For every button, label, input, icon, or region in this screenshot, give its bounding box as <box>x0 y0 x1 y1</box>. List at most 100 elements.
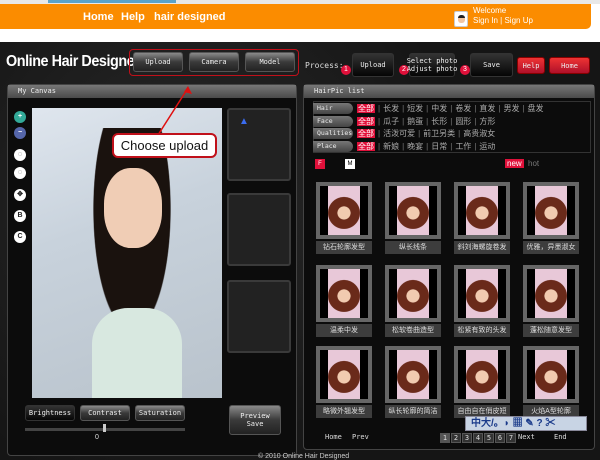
hairstyle-card[interactable]: 纵长轮廓的简洁 <box>385 346 441 424</box>
hairpic-title: HairPic list <box>304 85 594 98</box>
top-nav-bar: Home Help hair designed Welcome Sign In … <box>0 4 591 29</box>
hairstyle-thumbnail[interactable] <box>454 265 510 322</box>
sign-in-link[interactable]: Sign In <box>473 16 498 25</box>
filter-option[interactable]: 盘发 <box>528 104 544 113</box>
filter-all[interactable]: 全部 <box>357 104 375 113</box>
photo-slot-3[interactable] <box>227 280 291 353</box>
slider-handle[interactable] <box>103 424 106 432</box>
step-adjust-button[interactable]: Select photo Adjust photo <box>407 53 457 77</box>
filter-option[interactable]: 活泼可爱 <box>383 129 415 138</box>
hairstyle-thumbnail[interactable] <box>454 182 510 239</box>
filter-option[interactable]: 直发 <box>479 104 495 113</box>
filter-option[interactable]: 日常 <box>431 142 447 151</box>
hairstyle-thumbnail[interactable] <box>316 182 372 239</box>
zoom-in-icon[interactable]: + <box>14 111 26 123</box>
filter-all[interactable]: 全部 <box>357 116 375 126</box>
app-title: Online Hair Designed <box>6 53 143 70</box>
page-number[interactable]: 2 <box>451 433 461 443</box>
hairstyle-card[interactable]: 自由自在俏皮短 <box>454 346 510 424</box>
help-button[interactable]: Help <box>517 57 545 74</box>
filter-option[interactable]: 长发 <box>383 104 399 113</box>
filter-option[interactable]: 方形 <box>479 117 495 126</box>
hairstyle-card[interactable]: 纵长线条 <box>385 182 441 260</box>
hairstyle-card[interactable]: 蓬松随意发型 <box>523 265 579 343</box>
filter-option[interactable]: 运动 <box>479 142 495 151</box>
filter-option[interactable]: 新娘 <box>383 142 399 151</box>
page-number[interactable]: 6 <box>495 433 505 443</box>
page-number[interactable]: 5 <box>484 433 494 443</box>
filter-option[interactable]: 男发 <box>503 104 519 113</box>
filter-label: Face <box>313 115 353 127</box>
filter-option[interactable]: 高贵淑女 <box>463 129 495 138</box>
nav-hair-designed[interactable]: hair designed <box>154 11 226 23</box>
hairstyle-card[interactable]: 火焰A型轮廓 <box>523 346 579 424</box>
nav-help[interactable]: Help <box>121 11 145 23</box>
page-number[interactable]: 7 <box>506 433 516 443</box>
contrast-button[interactable]: Contrast <box>80 405 130 421</box>
ime-toolbar[interactable]: 中大/。◗ ▦ ✎ ? ✂ <box>465 416 587 431</box>
slider-value: 0 <box>95 434 99 441</box>
photo-slot-2[interactable] <box>227 193 291 266</box>
hairstyle-thumbnail[interactable] <box>385 182 441 239</box>
home-button[interactable]: Home <box>549 57 590 74</box>
upload-button[interactable]: Upload <box>133 52 183 72</box>
preview-save-button[interactable]: Preview Save <box>229 405 281 435</box>
hairstyle-thumbnail[interactable] <box>454 346 510 403</box>
hairstyle-card[interactable]: 松紧有致的头发 <box>454 265 510 343</box>
sort-new[interactable]: new <box>505 159 524 168</box>
nav-home[interactable]: Home <box>83 11 114 23</box>
model-button[interactable]: Model <box>245 52 295 72</box>
hairstyle-card[interactable]: 略微外翘发型 <box>316 346 372 424</box>
hairstyle-card[interactable]: 优雅，异墨淑女 <box>523 182 579 260</box>
tool-b-button[interactable]: B <box>14 210 26 222</box>
filter-option[interactable]: 短发 <box>407 104 423 113</box>
rotate-right-icon[interactable]: ◌ <box>14 167 26 179</box>
tool-c-button[interactable]: C <box>14 231 26 243</box>
filter-option[interactable]: 长形 <box>431 117 447 126</box>
page-number[interactable]: 4 <box>473 433 483 443</box>
filter-option[interactable]: 卷发 <box>455 104 471 113</box>
gender-m-toggle[interactable]: M <box>345 159 355 169</box>
move-icon[interactable]: ✥ <box>14 189 26 201</box>
filter-all[interactable]: 全部 <box>357 129 375 138</box>
filter-option[interactable]: 前卫另类 <box>423 129 455 138</box>
hairstyle-name: 纵长轮廓的简洁 <box>385 405 441 418</box>
adjust-slider-track[interactable] <box>25 424 185 432</box>
filter-option[interactable]: 瓜子 <box>383 117 399 126</box>
filter-option[interactable]: 晚宴 <box>407 142 423 151</box>
pager-end[interactable]: End <box>554 433 567 441</box>
hairstyle-thumbnail[interactable] <box>523 182 579 239</box>
pager-next[interactable]: Next <box>518 433 535 441</box>
pager-prev[interactable]: Prev <box>352 433 369 441</box>
choose-upload-callout: Choose upload <box>112 133 217 158</box>
hairstyle-thumbnail[interactable] <box>523 346 579 403</box>
gender-f-toggle[interactable]: F <box>315 159 325 169</box>
page-number[interactable]: 1 <box>440 433 450 443</box>
step-upload-button[interactable]: Upload <box>352 53 394 77</box>
sort-hot[interactable]: hot <box>528 159 539 168</box>
filter-all[interactable]: 全部 <box>357 141 375 151</box>
zoom-out-icon[interactable]: − <box>14 127 26 139</box>
pager-home[interactable]: Home <box>325 433 342 441</box>
hairstyle-card[interactable]: 钻石轮廓发型 <box>316 182 372 260</box>
filter-option[interactable]: 鹅蛋 <box>407 117 423 126</box>
hairstyle-card[interactable]: 斜刘海螺旋卷发 <box>454 182 510 260</box>
brightness-button[interactable]: Brightness <box>25 405 75 421</box>
hairstyle-thumbnail[interactable] <box>316 346 372 403</box>
camera-button[interactable]: Camera <box>189 52 239 72</box>
hairstyle-thumbnail[interactable] <box>523 265 579 322</box>
hairstyle-card[interactable]: 松软卷曲造型 <box>385 265 441 343</box>
hairstyle-thumbnail[interactable] <box>316 265 372 322</box>
hairstyle-thumbnail[interactable] <box>385 346 441 403</box>
saturation-button[interactable]: Saturation <box>135 405 185 421</box>
hairstyle-card[interactable]: 温柔中发 <box>316 265 372 343</box>
filter-option[interactable]: 中发 <box>431 104 447 113</box>
photo-slot-1[interactable] <box>227 108 291 181</box>
sign-up-link[interactable]: Sign Up <box>504 16 532 25</box>
page-number[interactable]: 3 <box>462 433 472 443</box>
filter-option[interactable]: 圆形 <box>455 117 471 126</box>
step-save-button[interactable]: Save <box>470 53 513 77</box>
filter-option[interactable]: 工作 <box>455 142 471 151</box>
hairstyle-thumbnail[interactable] <box>385 265 441 322</box>
rotate-left-icon[interactable]: ◌ <box>14 149 26 161</box>
